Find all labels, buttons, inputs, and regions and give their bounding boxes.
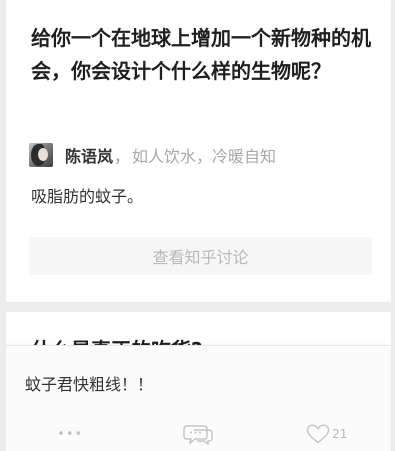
author-name[interactable]: 陈语岚 bbox=[65, 143, 113, 167]
author-separator: ， bbox=[114, 147, 131, 166]
like-button[interactable]: 21 bbox=[263, 424, 391, 444]
comment-panel: 蚊子君快粗线！！ ••• 21 bbox=[6, 345, 391, 451]
answer-excerpt[interactable]: 吸脂肪的蚊子。 bbox=[31, 183, 143, 207]
comment-button[interactable] bbox=[134, 423, 262, 445]
author-bio: 如人饮水，冷暖自知 bbox=[132, 147, 277, 166]
comment-text: 蚊子君快粗线！！ bbox=[25, 375, 154, 394]
action-bar: ••• 21 bbox=[6, 419, 391, 449]
page: 给你一个在地球上增加一个新物种的机会，你会设计个什么样的生物呢？ 陈语岚 ， 如… bbox=[0, 0, 395, 451]
like-count: 21 bbox=[332, 427, 348, 441]
heart-icon bbox=[306, 424, 330, 444]
more-icon: ••• bbox=[57, 426, 84, 442]
more-button[interactable]: ••• bbox=[6, 427, 134, 442]
avatar-face bbox=[38, 148, 48, 161]
avatar[interactable] bbox=[29, 143, 53, 167]
question-title[interactable]: 给你一个在地球上增加一个新物种的机会，你会设计个什么样的生物呢？ bbox=[31, 22, 381, 88]
view-discussion-button[interactable]: 查看知乎讨论 bbox=[29, 237, 372, 275]
question-card[interactable]: 给你一个在地球上增加一个新物种的机会，你会设计个什么样的生物呢？ 陈语岚 ， 如… bbox=[6, 0, 391, 302]
author-row[interactable]: 陈语岚 ， 如人饮水，冷暖自知 bbox=[29, 142, 276, 168]
comment-icon bbox=[183, 423, 214, 445]
